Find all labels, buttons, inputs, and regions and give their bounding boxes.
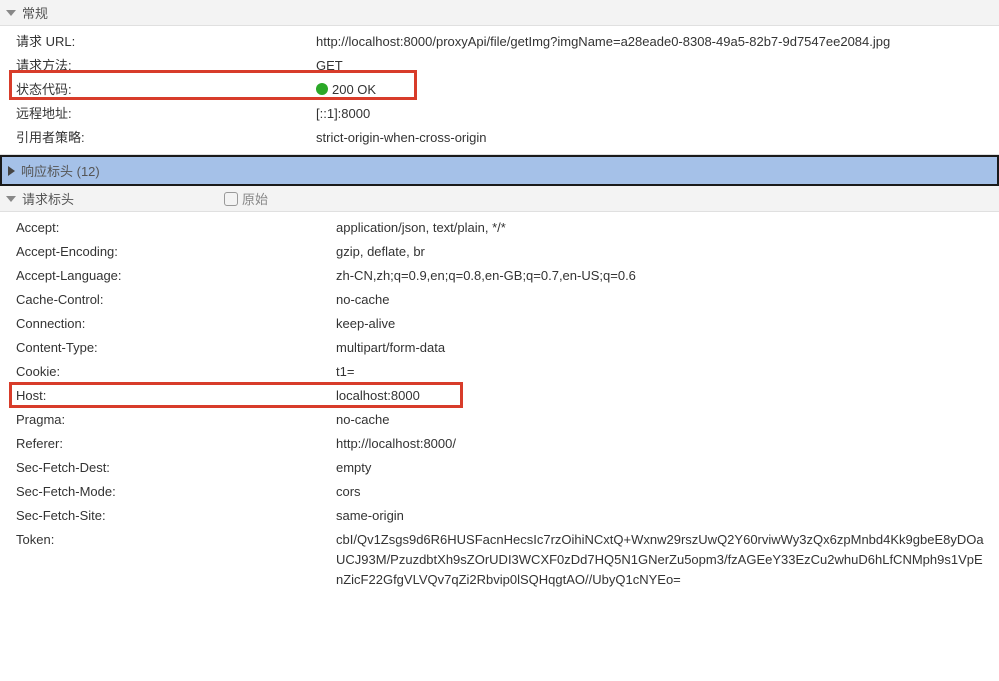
row-accept-encoding: Accept-Encoding:gzip, deflate, br: [0, 240, 999, 264]
status-text: 200 OK: [332, 82, 376, 97]
label: 远程地址:: [16, 104, 316, 124]
value: http://localhost:8000/: [316, 434, 999, 454]
value: multipart/form-data: [316, 338, 999, 358]
label: Sec-Fetch-Dest:: [16, 458, 316, 478]
row-referrer-policy: 引用者策略: strict-origin-when-cross-origin: [0, 126, 999, 150]
row-content-type: Content-Type:multipart/form-data: [0, 336, 999, 360]
value: same-origin: [316, 506, 999, 526]
row-pragma: Pragma:no-cache: [0, 408, 999, 432]
section-header-request[interactable]: 请求标头 原始: [0, 186, 999, 212]
label: Accept-Language:: [16, 266, 316, 286]
value: cbI/Qv1Zsgs9d6R6HUSFacnHecsIc7rzOihiNCxt…: [316, 530, 999, 590]
value: t1=: [316, 362, 999, 382]
row-token: Token:cbI/Qv1Zsgs9d6R6HUSFacnHecsIc7rzOi…: [0, 528, 999, 592]
section-title-response: 响应标头 (12): [21, 161, 100, 180]
value: cors: [316, 482, 999, 502]
value: http://localhost:8000/proxyApi/file/getI…: [316, 32, 999, 52]
value: empty: [316, 458, 999, 478]
value: [::1]:8000: [316, 104, 999, 124]
label: Accept:: [16, 218, 316, 238]
label: Pragma:: [16, 410, 316, 430]
label: Referer:: [16, 434, 316, 454]
section-title-general: 常规: [22, 3, 48, 22]
row-remote-address: 远程地址: [::1]:8000: [0, 102, 999, 126]
row-sec-fetch-mode: Sec-Fetch-Mode:cors: [0, 480, 999, 504]
row-sec-fetch-site: Sec-Fetch-Site:same-origin: [0, 504, 999, 528]
value: zh-CN,zh;q=0.9,en;q=0.8,en-GB;q=0.7,en-U…: [316, 266, 999, 286]
row-referer: Referer:http://localhost:8000/: [0, 432, 999, 456]
row-host: Host:localhost:8000: [0, 384, 999, 408]
label: Sec-Fetch-Site:: [16, 506, 316, 526]
row-accept: Accept:application/json, text/plain, */*: [0, 216, 999, 240]
label: 引用者策略:: [16, 128, 316, 148]
section-header-response[interactable]: 响应标头 (12): [0, 155, 999, 186]
row-accept-language: Accept-Language:zh-CN,zh;q=0.9,en;q=0.8,…: [0, 264, 999, 288]
value: keep-alive: [316, 314, 999, 334]
row-cache-control: Cache-Control:no-cache: [0, 288, 999, 312]
label: Host:: [16, 386, 316, 406]
value: no-cache: [316, 290, 999, 310]
chevron-right-icon: [8, 166, 15, 176]
raw-label: 原始: [242, 189, 268, 208]
row-request-method: 请求方法: GET: [0, 54, 999, 78]
row-status-code: 状态代码: 200 OK: [0, 78, 999, 102]
status-dot-icon: [316, 83, 328, 95]
label: 请求 URL:: [16, 32, 316, 52]
raw-checkbox[interactable]: 原始: [224, 189, 268, 208]
label: Connection:: [16, 314, 316, 334]
chevron-down-icon: [6, 196, 16, 202]
label: 状态代码:: [16, 80, 316, 100]
row-cookie: Cookie:t1=: [0, 360, 999, 384]
chevron-down-icon: [6, 10, 16, 16]
label: 请求方法:: [16, 56, 316, 76]
value: localhost:8000: [316, 386, 999, 406]
value: application/json, text/plain, */*: [316, 218, 999, 238]
label: Cache-Control:: [16, 290, 316, 310]
general-rows: 请求 URL: http://localhost:8000/proxyApi/f…: [0, 26, 999, 155]
label: Sec-Fetch-Mode:: [16, 482, 316, 502]
section-title-request: 请求标头: [22, 189, 74, 208]
checkbox-icon: [224, 192, 238, 206]
value: strict-origin-when-cross-origin: [316, 128, 999, 148]
request-rows: Accept:application/json, text/plain, */*…: [0, 212, 999, 596]
label: Content-Type:: [16, 338, 316, 358]
label: Cookie:: [16, 362, 316, 382]
value: GET: [316, 56, 999, 76]
row-sec-fetch-dest: Sec-Fetch-Dest:empty: [0, 456, 999, 480]
value: gzip, deflate, br: [316, 242, 999, 262]
value: 200 OK: [316, 80, 999, 100]
network-headers-panel: 常规 请求 URL: http://localhost:8000/proxyAp…: [0, 0, 999, 596]
section-header-general[interactable]: 常规: [0, 0, 999, 26]
label: Accept-Encoding:: [16, 242, 316, 262]
label: Token:: [16, 530, 316, 590]
row-connection: Connection:keep-alive: [0, 312, 999, 336]
value: no-cache: [316, 410, 999, 430]
row-request-url: 请求 URL: http://localhost:8000/proxyApi/f…: [0, 30, 999, 54]
